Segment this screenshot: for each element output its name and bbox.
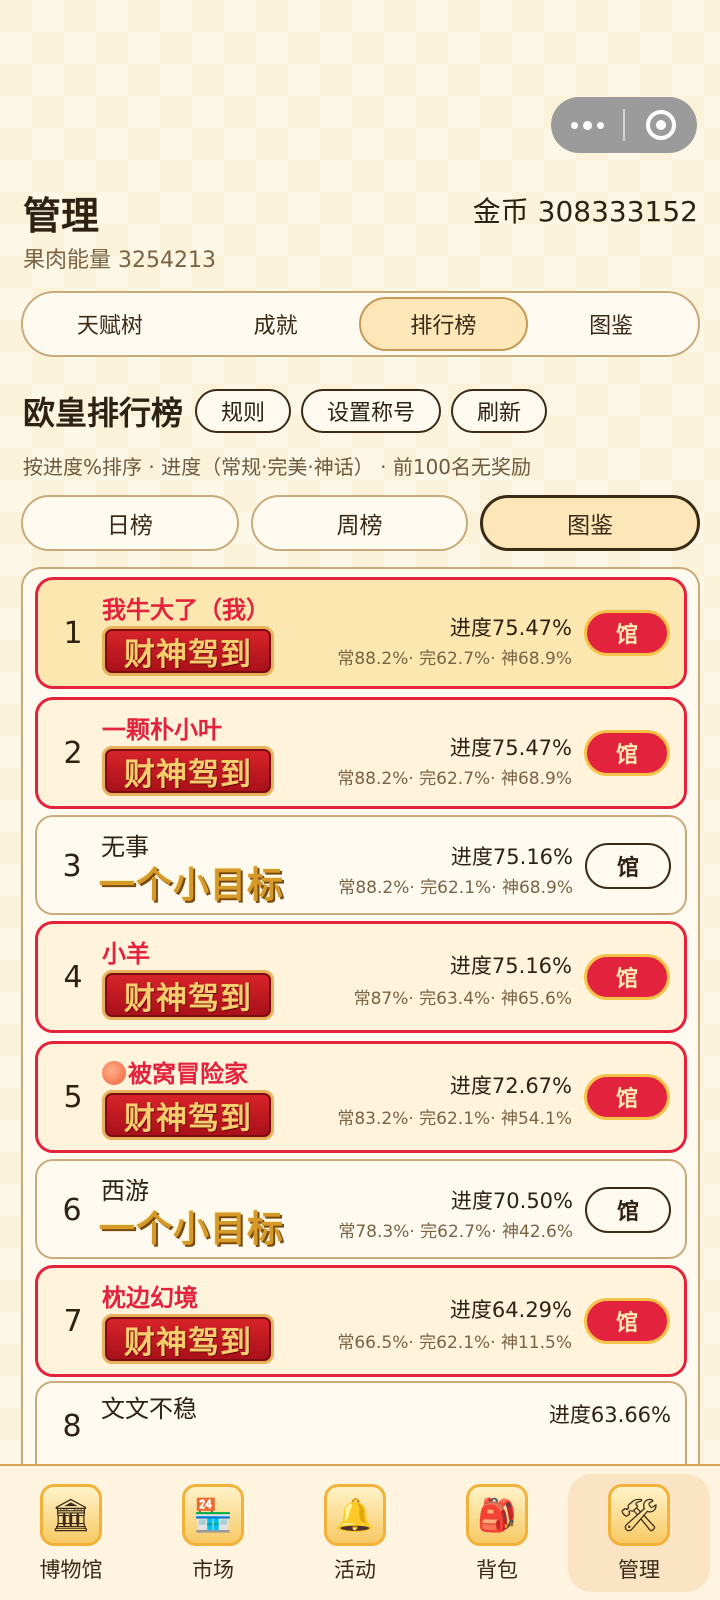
title-badge: 财神驾到 (102, 1090, 274, 1140)
ranking-row[interactable]: 4 小羊 财神驾到 进度75.16% 常87%· 完63.4%· 神65.6% … (35, 921, 687, 1033)
progress-text: 进度63.66% (548, 1403, 671, 1427)
nav-label: 博物馆 (39, 1558, 103, 1582)
period-daily[interactable]: 日榜 (21, 495, 239, 551)
player-name: 枕边幻境 (102, 1284, 198, 1312)
rules-button[interactable]: 规则 (195, 389, 292, 433)
ranking-row[interactable]: 7 枕边幻境 财神驾到 进度64.29% 常66.5%· 完62.1%· 神11… (35, 1265, 687, 1377)
player-name: 小羊 (102, 940, 150, 968)
progress-detail: 常87%· 完63.4%· 神65.6% (353, 989, 572, 1009)
progress-text: 进度64.29% (449, 1298, 572, 1322)
progress-detail: 常88.2%· 完62.1%· 神68.9% (338, 878, 573, 898)
backpack-icon: 🎒 (466, 1484, 528, 1546)
title-badge: 一个小目标 (99, 864, 285, 906)
tab-talent-tree[interactable]: 天赋树 (27, 297, 193, 351)
set-title-button[interactable]: 设置称号 (301, 389, 442, 433)
museum-button[interactable]: 馆 (584, 610, 670, 656)
tab-collection[interactable]: 图鉴 (528, 297, 694, 351)
leaderboard-title: 欧皇排行榜 (23, 394, 184, 432)
progress-text: 进度75.16% (449, 954, 572, 978)
progress-detail: 常88.2%· 完62.7%· 神68.9% (337, 769, 572, 789)
rank-number: 4 (63, 960, 83, 995)
title-badge: 财神驾到 (102, 626, 274, 676)
page-title: 管理 (23, 194, 100, 238)
title-badge: 财神驾到 (102, 1314, 274, 1364)
museum-button[interactable]: 馆 (584, 1074, 670, 1120)
title-badge: 财神驾到 (102, 746, 274, 796)
museum-button[interactable]: 馆 (585, 843, 671, 889)
museum-icon: 🏛 (40, 1484, 102, 1546)
title-badge: 财神驾到 (102, 970, 274, 1020)
ranking-row[interactable]: 2 一颗朴小叶 财神驾到 进度75.47% 常88.2%· 完62.7%· 神6… (35, 697, 687, 809)
progress-detail: 常83.2%· 完62.1%· 神54.1% (337, 1109, 572, 1129)
rank-number: 2 (63, 736, 83, 771)
bottom-navigation: 🏛 博物馆 🏪 市场 🔔 活动 🎒 背包 🛠 管理 (0, 1464, 720, 1600)
period-collection[interactable]: 图鉴 (480, 495, 701, 551)
progress-text: 进度70.50% (450, 1189, 573, 1213)
refresh-button[interactable]: 刷新 (451, 389, 548, 433)
ranking-row[interactable]: 3 无事 一个小目标 进度75.16% 常88.2%· 完62.1%· 神68.… (35, 815, 687, 915)
progress-text: 进度75.16% (450, 845, 573, 869)
rank-number: 1 (63, 616, 83, 651)
player-name-text: 被窝冒险家 (128, 1060, 248, 1088)
target-circle-icon[interactable] (625, 97, 697, 153)
period-tabs: 日榜 周榜 图鉴 (21, 495, 701, 551)
player-name: 被窝冒险家 (102, 1054, 248, 1089)
nav-label: 市场 (192, 1558, 234, 1582)
ranking-row[interactable]: 1 我牛大了（我） 财神驾到 进度75.47% 常88.2%· 完62.7%· … (35, 577, 687, 689)
museum-button[interactable]: 馆 (584, 730, 670, 776)
player-name: 一颗朴小叶 (102, 716, 222, 744)
more-dots-icon[interactable] (551, 97, 623, 153)
energy-balance: 果肉能量 3254213 (23, 248, 216, 273)
mini-program-capsule (551, 97, 697, 153)
museum-button[interactable]: 馆 (585, 1187, 671, 1233)
rank-number: 7 (63, 1304, 83, 1339)
progress-detail: 常78.3%· 完62.7%· 神42.6% (338, 1222, 573, 1242)
rank-number: 3 (62, 849, 82, 884)
progress-detail: 常66.5%· 完62.1%· 神11.5% (337, 1333, 572, 1353)
title-badge: 一个小目标 (99, 1208, 285, 1250)
progress-text: 进度75.47% (449, 736, 572, 760)
museum-button[interactable]: 馆 (584, 954, 670, 1000)
ranking-row[interactable]: 6 西游 一个小目标 进度70.50% 常78.3%· 完62.7%· 神42.… (35, 1159, 687, 1259)
progress-text: 进度75.47% (449, 616, 572, 640)
nav-backpack[interactable]: 🎒 背包 (426, 1466, 568, 1600)
nav-label: 活动 (334, 1558, 376, 1582)
nav-label: 背包 (476, 1558, 518, 1582)
main-tabs: 天赋树 成就 排行榜 图鉴 (21, 291, 700, 357)
peach-icon (102, 1061, 126, 1085)
tab-achievements[interactable]: 成就 (193, 297, 359, 351)
clipboard-tools-icon: 🛠 (608, 1484, 670, 1546)
nav-label: 管理 (618, 1558, 660, 1582)
nav-museum[interactable]: 🏛 博物馆 (0, 1466, 142, 1600)
player-name: 文文不稳 (101, 1395, 197, 1423)
rank-number: 5 (63, 1080, 83, 1115)
museum-button[interactable]: 馆 (584, 1298, 670, 1344)
ranking-list[interactable]: 1 我牛大了（我） 财神驾到 进度75.47% 常88.2%· 完62.7%· … (21, 567, 700, 1467)
progress-detail: 常88.2%· 完62.7%· 神68.9% (337, 649, 572, 669)
nav-market[interactable]: 🏪 市场 (142, 1466, 284, 1600)
rank-number: 6 (62, 1193, 82, 1228)
player-name: 我牛大了（我） (102, 596, 270, 624)
nav-manage[interactable]: 🛠 管理 (568, 1474, 710, 1592)
market-stall-icon: 🏪 (182, 1484, 244, 1546)
party-bell-icon: 🔔 (324, 1484, 386, 1546)
nav-events[interactable]: 🔔 活动 (284, 1466, 426, 1600)
ranking-row[interactable]: 5 被窝冒险家 财神驾到 进度72.67% 常83.2%· 完62.1%· 神5… (35, 1041, 687, 1153)
progress-text: 进度72.67% (449, 1074, 572, 1098)
tab-leaderboard[interactable]: 排行榜 (358, 297, 529, 351)
leaderboard-header: 欧皇排行榜 规则 设置称号 刷新 (23, 388, 557, 434)
coin-balance: 金币 308333152 (472, 195, 698, 228)
ranking-row[interactable]: 8 文文不稳 进度63.66% (35, 1381, 687, 1467)
period-weekly[interactable]: 周榜 (250, 495, 469, 551)
sort-hint: 按进度%排序 · 进度（常规·完美·神话） · 前100名无奖励 (23, 455, 532, 479)
rank-number: 8 (62, 1409, 82, 1444)
